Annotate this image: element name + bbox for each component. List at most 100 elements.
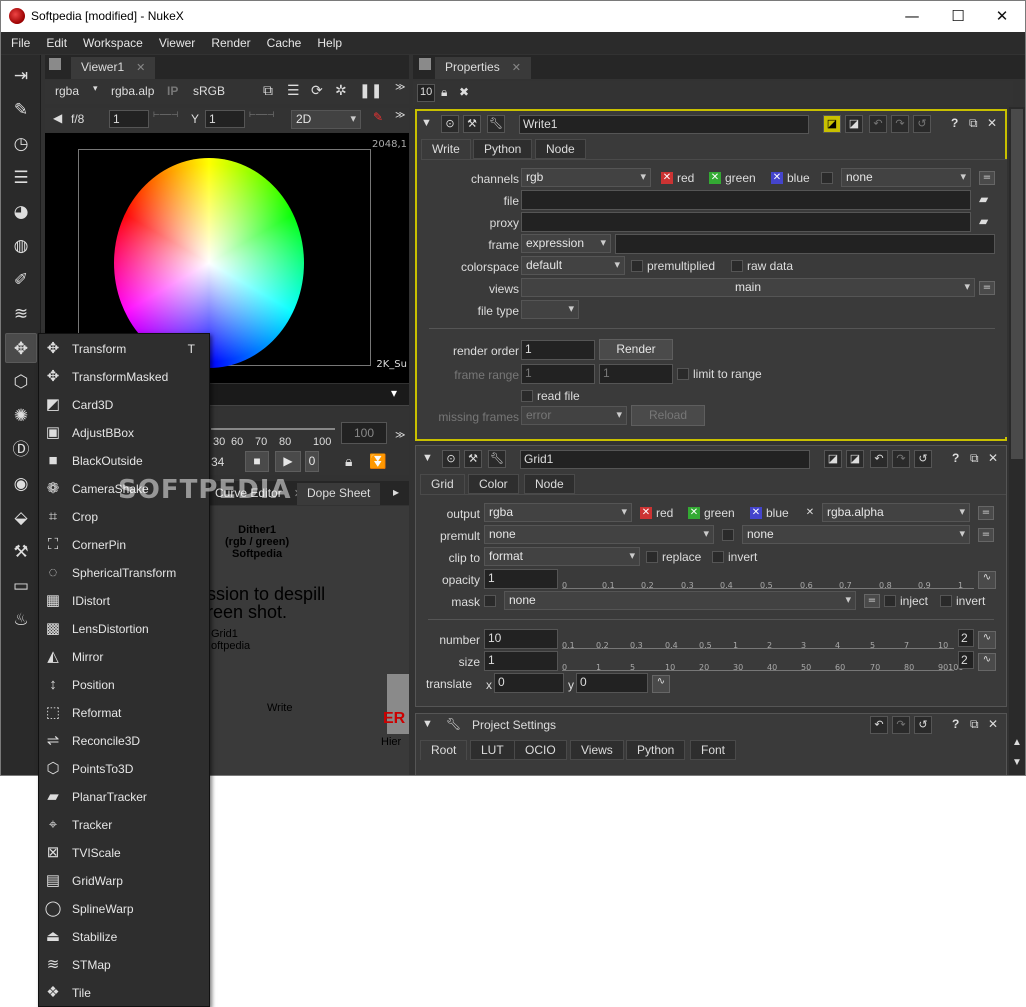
menu-item-tile[interactable]: ❖ Tile xyxy=(39,979,209,1007)
tab-node[interactable]: Node xyxy=(524,474,575,494)
render-order-field[interactable]: 1 xyxy=(521,340,595,360)
keyer-icon[interactable]: ✐ xyxy=(5,265,37,295)
close-button[interactable]: ✕ xyxy=(979,1,1025,32)
tab-views[interactable]: Views xyxy=(570,740,624,760)
collapse-icon[interactable]: ▼ xyxy=(421,117,432,129)
particles-icon[interactable]: ✺ xyxy=(5,401,37,431)
channels-dropdown-icon[interactable]: ▾ xyxy=(93,83,98,94)
tab-write[interactable]: Write xyxy=(421,139,471,159)
expand-icon-3[interactable]: ≫ xyxy=(395,430,405,441)
max-panels-field[interactable]: 10 xyxy=(417,84,435,102)
image-icon[interactable]: ⇥ xyxy=(5,61,37,91)
tab-root[interactable]: Root xyxy=(420,740,468,760)
mask-link-button[interactable]: = xyxy=(864,594,880,608)
tab-node[interactable]: Node xyxy=(535,139,586,159)
tab-font[interactable]: Font xyxy=(690,740,737,760)
frame-increment-button[interactable]: 0 xyxy=(305,451,319,472)
missing-frames-select[interactable]: error xyxy=(521,406,627,425)
settings-icon[interactable]: ✲ xyxy=(335,82,347,99)
menu-edit[interactable]: Edit xyxy=(36,32,73,50)
help-icon[interactable]: ? xyxy=(952,717,959,731)
premult-select[interactable]: none xyxy=(484,525,714,544)
menu-item-tviscale[interactable]: ⊠ TVIScale xyxy=(39,839,209,867)
maximize-button[interactable]: ☐ xyxy=(935,1,981,32)
menu-item-spherical-transform[interactable]: ◌ SphericalTransform xyxy=(39,559,209,587)
merge-icon[interactable]: ≋ xyxy=(5,299,37,329)
help-icon[interactable]: ? xyxy=(951,116,958,130)
panel-close-icon[interactable]: ✕ xyxy=(988,451,998,465)
range-start-field[interactable]: 1 xyxy=(521,364,595,384)
opacity-field[interactable]: 1 xyxy=(484,569,558,589)
menu-viewer[interactable]: Viewer xyxy=(149,32,201,50)
green-checkbox[interactable]: ✕ xyxy=(688,507,700,519)
frame-expression-field[interactable] xyxy=(615,234,995,254)
clip-to-select[interactable]: format xyxy=(484,547,640,566)
minimize-button[interactable]: — xyxy=(889,1,935,32)
node-wrench-icon[interactable]: 🔧︎ xyxy=(488,450,506,468)
play-forward-button[interactable]: ▶ xyxy=(275,451,301,472)
node-name-field[interactable]: Grid1 xyxy=(520,450,810,469)
node-color-icon[interactable]: ⚒ xyxy=(464,450,482,468)
menu-item-transform[interactable]: ✥ Transform T xyxy=(39,335,209,363)
alpha-select[interactable]: rgba.alp xyxy=(111,84,154,98)
end-frame-field[interactable]: 100 xyxy=(341,422,387,444)
3d-icon[interactable]: ⬡ xyxy=(5,367,37,397)
menu-item-transform-masked[interactable]: ✥ TransformMasked xyxy=(39,363,209,391)
float-icon[interactable]: ⧉ xyxy=(970,717,979,732)
flipbook-icon[interactable]: ⏬ xyxy=(369,453,386,470)
expand-icon[interactable]: ≫ xyxy=(395,82,405,93)
tab-scroll-icon[interactable]: ▸ xyxy=(393,485,399,499)
premult-link-button[interactable]: = xyxy=(978,528,994,542)
tile-color-icon[interactable]: ◪ xyxy=(823,115,841,133)
views-link-button[interactable]: = xyxy=(979,281,995,295)
invert-checkbox[interactable] xyxy=(712,551,724,563)
panel-close-icon[interactable]: ✕ xyxy=(987,116,997,130)
refresh-icon[interactable]: ⟳ xyxy=(311,82,323,99)
menu-item-spline-warp[interactable]: ◯ SplineWarp xyxy=(39,895,209,923)
node-name-field[interactable]: Write1 xyxy=(519,115,809,134)
scroll-down-icon[interactable]: ▼ xyxy=(1012,757,1022,768)
mask-checkbox[interactable] xyxy=(484,595,496,607)
gamma-field[interactable]: 1 xyxy=(205,110,245,128)
file-browse-icon[interactable]: ▰ xyxy=(979,192,988,206)
scroll-thumb[interactable] xyxy=(1011,109,1023,459)
menu-item-reconcile3-d[interactable]: ⇌ Reconcile3D xyxy=(39,727,209,755)
colorspace-select[interactable]: default xyxy=(521,256,625,275)
grid-node-label[interactable]: Grid1 oftpedia xyxy=(211,628,250,652)
lines-icon[interactable]: ☰ xyxy=(287,82,300,99)
output-select[interactable]: rgba xyxy=(484,503,632,522)
menu-item-mirror[interactable]: ◭ Mirror xyxy=(39,643,209,671)
menu-item-stabilize[interactable]: ⏏ Stabilize xyxy=(39,923,209,951)
gain-field[interactable]: 1 xyxy=(109,110,149,128)
menu-item-lens-distortion[interactable]: ▩ LensDistortion xyxy=(39,615,209,643)
raw-data-checkbox[interactable] xyxy=(731,260,743,272)
render-button[interactable]: Render xyxy=(599,339,673,360)
undo-icon[interactable]: ↶ xyxy=(870,450,888,468)
color-icon[interactable]: ◕ xyxy=(5,197,37,227)
revert-icon[interactable]: ↺ xyxy=(914,450,932,468)
menu-file[interactable]: File xyxy=(1,32,36,50)
size-dim-field[interactable]: 2 xyxy=(958,651,974,669)
draw-icon[interactable]: ✎ xyxy=(5,95,37,125)
menu-item-black-outside[interactable]: ■ BlackOutside xyxy=(39,447,209,475)
deep-icon[interactable]: Ⓓ xyxy=(5,435,37,465)
channel-icon[interactable]: ☰ xyxy=(5,163,37,193)
channels-select[interactable]: rgba xyxy=(55,84,79,98)
proxy-browse-icon[interactable]: ▰ xyxy=(979,214,988,228)
mask-select[interactable]: none xyxy=(504,591,856,610)
menu-item-crop[interactable]: ⌗ Crop xyxy=(39,503,209,531)
menu-item-adjust-bbox[interactable]: ▣ AdjustBBox xyxy=(39,419,209,447)
undo-icon[interactable]: ↶ xyxy=(869,115,887,133)
limit-range-checkbox[interactable] xyxy=(677,368,689,380)
number-slider[interactable]: 0.1 0.2 0.3 0.4 0.5 1 2 3 4 5 7 10 xyxy=(562,629,954,650)
red-checkbox[interactable]: ✕ xyxy=(661,172,673,184)
premultiplied-checkbox[interactable] xyxy=(631,260,643,272)
views-icon[interactable]: ◉ xyxy=(5,469,37,499)
furnace-icon[interactable]: ♨ xyxy=(5,605,37,635)
reload-button[interactable]: Reload xyxy=(631,405,705,426)
inject-checkbox[interactable] xyxy=(884,595,896,607)
blue-checkbox[interactable]: ✕ xyxy=(771,172,783,184)
menu-item-grid-warp[interactable]: ▤ GridWarp xyxy=(39,867,209,895)
node-center-icon[interactable]: ⊙ xyxy=(442,450,460,468)
redo-icon[interactable]: ↷ xyxy=(892,450,910,468)
